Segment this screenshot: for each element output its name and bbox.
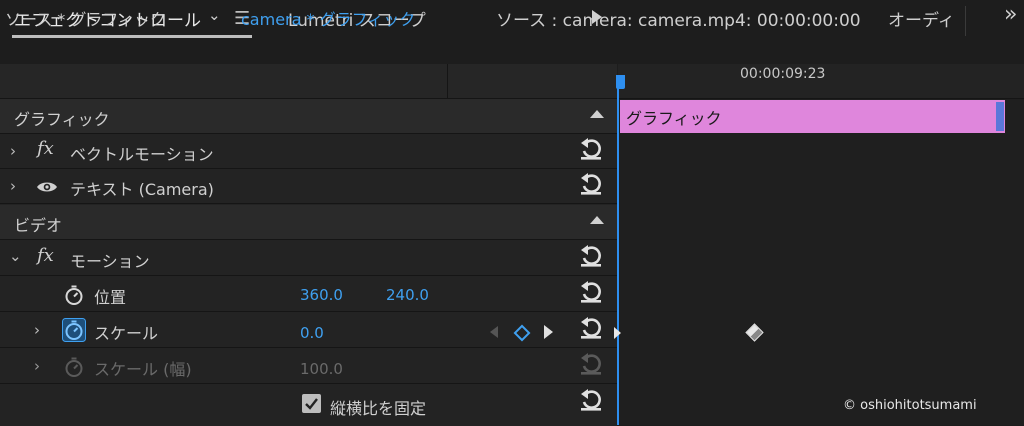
expand-chevron-icon[interactable]: ›: [10, 142, 16, 160]
reset-icon[interactable]: [578, 136, 604, 162]
tab-overflow-icon[interactable]: »: [1004, 2, 1018, 27]
expand-chevron-icon[interactable]: ›: [34, 321, 40, 339]
reset-icon[interactable]: [578, 315, 604, 341]
property-row-uniform-scale: 縦横比を固定: [0, 385, 617, 420]
fx-icon[interactable]: fx: [37, 245, 54, 266]
playhead-handle[interactable]: [616, 75, 625, 89]
clip-dropdown-chevron-icon[interactable]: ⌄: [208, 6, 221, 24]
expand-chevron-icon[interactable]: ›: [34, 357, 40, 375]
collapse-up-icon[interactable]: [590, 216, 604, 224]
stopwatch-icon[interactable]: [62, 283, 86, 307]
source-clip-label: ソース * グラフィック: [5, 10, 167, 29]
expand-chevron-icon[interactable]: ›: [10, 177, 16, 195]
effect-motion-label: モーション: [70, 252, 150, 271]
property-scale-label: スケール: [94, 324, 159, 343]
tab-source-monitor[interactable]: ソース : camera: camera.mp4: 00:00:00:00: [496, 6, 861, 31]
keyframe-start-icon[interactable]: [614, 327, 621, 339]
tab-audio[interactable]: オーディ: [888, 6, 955, 31]
add-keyframe-icon[interactable]: [513, 324, 531, 342]
copyright-watermark: © oshiohitotsumami: [843, 398, 977, 413]
effect-row-vector-motion[interactable]: › fx ベクトルモーション: [0, 134, 617, 169]
stopwatch-icon[interactable]: [62, 318, 86, 342]
playhead-line[interactable]: [617, 78, 619, 425]
next-keyframe-icon[interactable]: [544, 325, 553, 339]
clip-label: グラフィック: [626, 109, 722, 128]
tab-divider: [965, 6, 966, 36]
collapse-up-icon[interactable]: [590, 110, 604, 118]
property-position-label: 位置: [94, 288, 127, 307]
scale-value[interactable]: 0.0: [300, 324, 324, 342]
effect-text-label: テキスト (Camera): [70, 180, 214, 199]
fx-icon[interactable]: fx: [37, 138, 54, 159]
stopwatch-icon: [62, 355, 86, 379]
uniform-scale-label: 縦横比を固定: [330, 399, 427, 418]
sequence-clip-dropdown[interactable]: camera * グラフィック: [241, 6, 415, 30]
active-tab-indicator: [12, 35, 252, 38]
source-row-divider: [447, 64, 448, 98]
effect-row-motion[interactable]: ⌄ fx モーション: [0, 241, 617, 276]
reset-icon[interactable]: [578, 279, 604, 305]
effect-row-text[interactable]: › テキスト (Camera): [0, 169, 617, 204]
section-video-header[interactable]: ビデオ: [0, 205, 617, 240]
reset-icon[interactable]: [578, 171, 604, 197]
clip-end-handle[interactable]: [996, 102, 1004, 131]
property-scale-width-label: スケール (幅): [94, 360, 192, 379]
section-video-label: ビデオ: [14, 216, 63, 235]
reset-icon[interactable]: [578, 243, 604, 269]
property-row-position: 位置 360.0 240.0: [0, 277, 617, 312]
effect-vector-motion-label: ベクトルモーション: [70, 145, 214, 164]
section-graphic-label: グラフィック: [14, 110, 110, 129]
show-timeline-toggle-icon[interactable]: [592, 10, 602, 24]
reset-icon[interactable]: [578, 387, 604, 413]
collapse-chevron-icon[interactable]: ⌄: [9, 247, 22, 265]
scale-width-value: 100.0: [300, 360, 343, 378]
ruler-timecode: 00:00:09:23: [740, 66, 826, 82]
reset-icon: [578, 351, 604, 377]
eye-icon[interactable]: [36, 180, 58, 194]
section-graphic-header[interactable]: グラフィック: [0, 99, 617, 134]
previous-keyframe-icon[interactable]: [490, 326, 498, 338]
source-clip-row: [0, 64, 617, 99]
checkbox-icon[interactable]: [302, 394, 321, 413]
position-x-value[interactable]: 360.0: [300, 286, 343, 304]
property-row-scale-width: › スケール (幅) 100.0: [0, 349, 617, 384]
property-row-scale: › スケール 0.0: [0, 313, 617, 348]
position-y-value[interactable]: 240.0: [386, 286, 429, 304]
